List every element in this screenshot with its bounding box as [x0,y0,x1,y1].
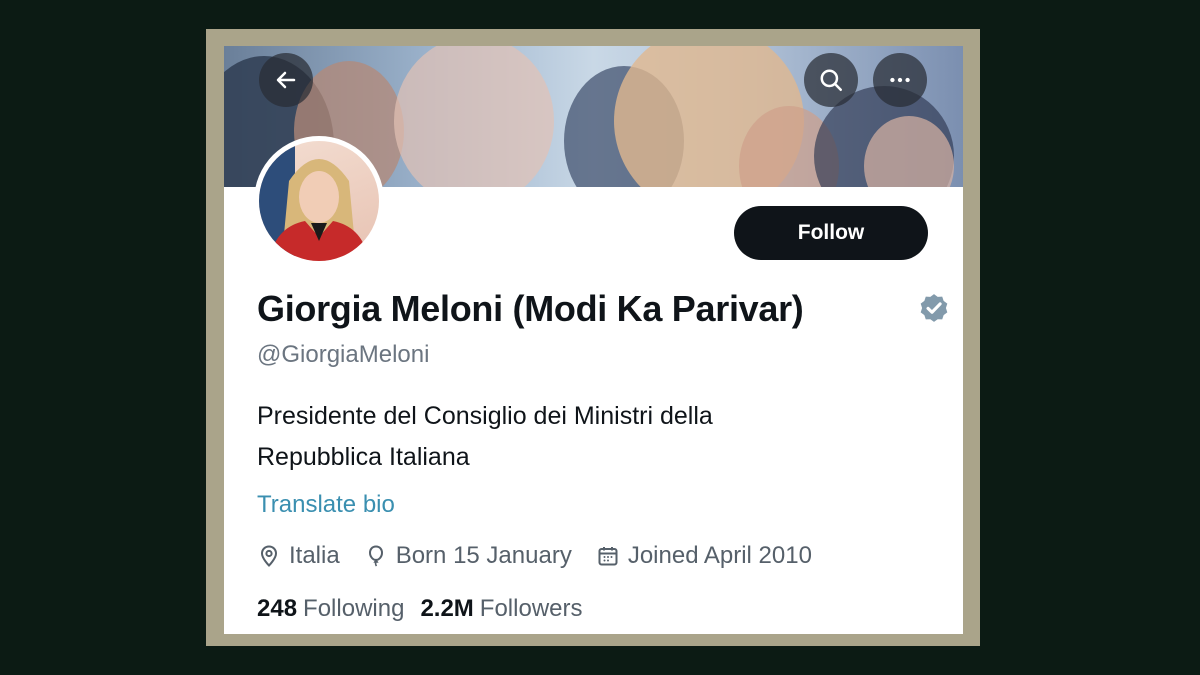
search-button[interactable] [804,53,858,107]
followers-label: Followers [479,595,583,622]
followers-link[interactable]: 2.2M Followers [420,595,582,623]
location-text: Italia [289,542,340,569]
birthday-text: Born 15 January [395,542,572,569]
back-button[interactable] [259,53,313,107]
bio-line: Repubblica Italiana [257,443,470,471]
location-item: Italia [257,542,340,570]
balloon-icon [368,545,383,567]
follow-button[interactable]: Follow [734,206,928,260]
following-label: Following [303,595,405,622]
avatar[interactable] [254,136,384,266]
followers-count: 2.2M [420,595,474,622]
birthday-item: Born 15 January [364,542,572,570]
bio-line: Presidente del Consiglio dei Ministri de… [257,402,713,430]
arrow-left-icon [276,71,296,89]
avatar-image [259,141,379,261]
profile-meta: Italia Born 15 January Joined April 2010 [257,542,836,570]
joined-text: Joined April 2010 [627,542,812,569]
joined-item: Joined April 2010 [596,542,812,570]
search-icon [820,69,842,91]
location-pin-icon [260,545,278,567]
verified-badge-icon[interactable] [917,292,951,326]
profile-card: Follow Giorgia Meloni (Modi Ka Parivar) … [224,46,963,634]
more-options-button[interactable] [873,53,927,107]
following-link[interactable]: 248 Following [257,595,404,623]
profile-handle: @GiorgiaMeloni [257,341,430,368]
calendar-icon [598,547,618,566]
translate-bio-link[interactable]: Translate bio [257,491,395,519]
following-count: 248 [257,595,298,622]
profile-bio: Presidente del Consiglio dei Ministri de… [257,396,857,478]
more-horizontal-icon [890,77,910,83]
profile-stats: 248 Following 2.2M Followers [257,595,599,623]
profile-display-name: Giorgia Meloni (Modi Ka Parivar) [257,288,804,329]
